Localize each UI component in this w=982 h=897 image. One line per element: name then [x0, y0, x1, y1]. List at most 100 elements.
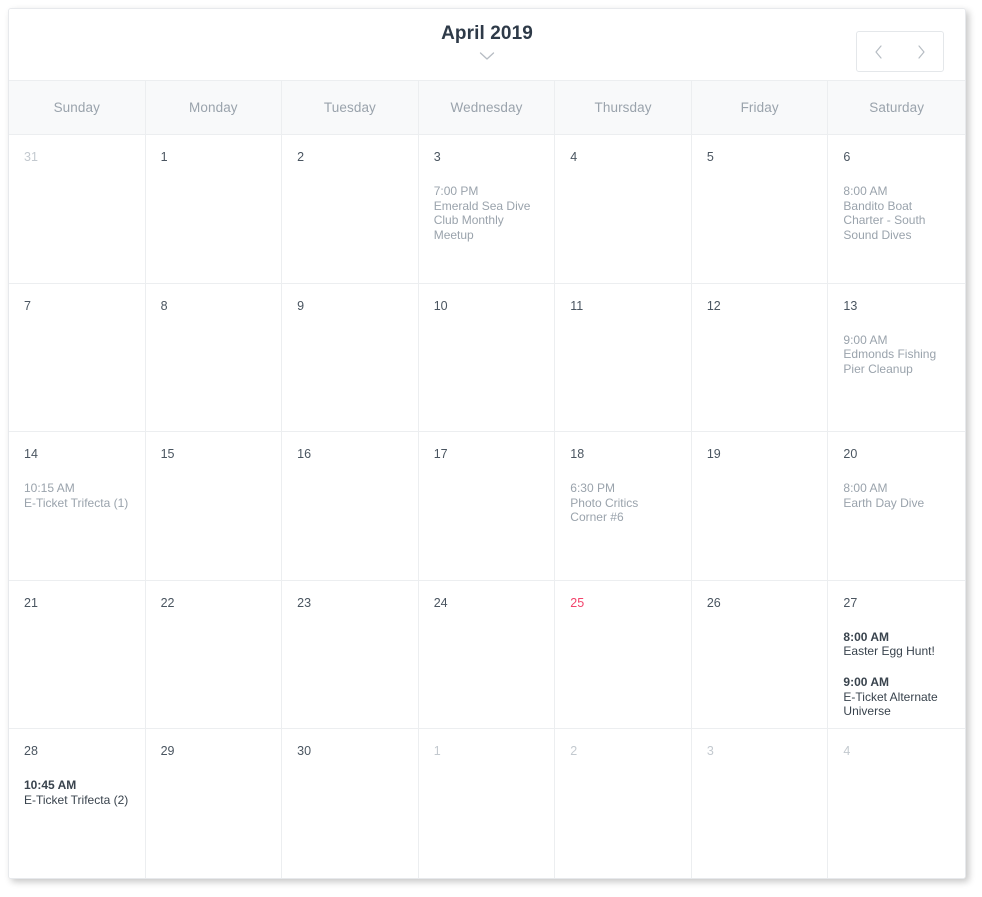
day-number: 6	[843, 150, 851, 164]
day-cell[interactable]: 15	[145, 432, 283, 580]
day-number: 4	[843, 744, 851, 759]
calendar-event[interactable]: 10:45 AM E-Ticket Trifecta (2)	[24, 778, 131, 807]
chevron-right-icon	[917, 44, 926, 59]
event-time: 8:00 AM	[843, 184, 888, 198]
day-number: 1	[160, 150, 168, 164]
day-number: 3	[433, 150, 441, 164]
calendar-toolbar: April 2019	[9, 9, 965, 81]
day-number: 8	[160, 298, 168, 313]
day-cell[interactable]: 3 7:00 PM Emerald Sea Dive Club Monthly Me…	[418, 135, 556, 283]
day-cell[interactable]: 7	[9, 283, 146, 432]
event-title: E-Ticket Alternate Universe	[843, 689, 938, 719]
day-number: 31	[24, 150, 38, 164]
day-number: 14	[24, 447, 38, 462]
calendar-week-row: 28 10:45 AM E-Ticket Trifecta (2) 29 30 1 2 3 4	[9, 729, 965, 878]
calendar-week-row: 7 8 9 10 11 12 13 9:00 AM Edmonds Fishing Pier C…	[9, 283, 965, 433]
day-cell[interactable]: 28 10:45 AM E-Ticket Trifecta (2)	[9, 729, 146, 878]
day-number: 27	[843, 595, 858, 610]
calendar-event[interactable]: 7:00 PM Emerald Sea Dive Club Monthly Mee…	[434, 184, 541, 242]
day-cell[interactable]: 30	[282, 729, 419, 878]
day-cell[interactable]: 31	[9, 135, 146, 283]
day-cell[interactable]: 17	[418, 432, 556, 580]
prev-month-button[interactable]	[857, 32, 900, 71]
day-number: 13	[843, 298, 858, 313]
calendar-title-block: April 2019	[9, 22, 965, 61]
day-number: 22	[160, 595, 175, 610]
day-number: 10	[433, 298, 448, 313]
calendar-event[interactable]: 8:00 AM Bandito Boat Charter - South Soun…	[843, 184, 951, 242]
day-cell[interactable]: 11	[555, 283, 692, 432]
day-cell[interactable]: 1	[145, 135, 283, 283]
day-number: 11	[570, 298, 584, 313]
calendar-event[interactable]: 9:00 AM Edmonds Fishing Pier Cleanup	[843, 333, 951, 377]
day-cell[interactable]: 16	[282, 432, 419, 580]
day-cell[interactable]: 9	[282, 283, 419, 432]
day-cell[interactable]: 6 8:00 AM Bandito Boat Charter - South Sou…	[828, 135, 965, 283]
day-cell[interactable]: 14 10:15 AM E-Ticket Trifecta (1)	[9, 432, 146, 580]
day-cell[interactable]: 8	[145, 283, 283, 432]
event-title: Edmonds Fishing Pier Cleanup	[843, 347, 937, 376]
weekday-header-saturday: Saturday	[869, 100, 925, 115]
event-title: Photo Critics Corner #6	[570, 495, 639, 525]
day-number: 7	[24, 298, 31, 313]
weekday-header-sunday: Sunday	[9, 81, 146, 134]
event-title: Emerald Sea Dive Club Monthly Meetup	[433, 198, 531, 242]
event-time: 6:30 PM	[570, 481, 615, 496]
calendar-event[interactable]: 9:00 AM E-Ticket Alternate Universe	[843, 675, 951, 719]
event-time: 10:15 AM	[24, 481, 75, 496]
day-number: 5	[706, 150, 714, 164]
calendar-grid: 31 1 2 3 7:00 PM Emerald Sea Dive Club Monthl…	[9, 135, 965, 878]
weekday-header-monday: Monday	[146, 81, 283, 134]
event-title: Bandito Boat Charter - South Sound Dives	[843, 198, 926, 242]
day-number: 17	[433, 447, 448, 462]
event-time: 8:00 AM	[843, 481, 888, 496]
weekday-header-wednesday: Wednesday	[419, 81, 556, 134]
day-cell[interactable]: 5	[691, 135, 829, 283]
day-cell[interactable]: 4	[555, 135, 692, 283]
day-number: 21	[24, 595, 38, 610]
day-cell[interactable]: 19	[691, 432, 829, 580]
calendar-event[interactable]: 10:15 AM E-Ticket Trifecta (1)	[24, 481, 131, 510]
day-number: 23	[297, 595, 312, 610]
chevron-down-icon[interactable]	[479, 51, 495, 61]
day-cell[interactable]: 26	[691, 580, 829, 729]
day-number-today: 25	[570, 595, 585, 610]
calendar-page: April 2019 Sunday Monday Tuesday Wednesd…	[0, 0, 982, 897]
day-number: 24	[433, 595, 448, 610]
day-cell[interactable]: 3	[691, 729, 829, 878]
day-cell[interactable]: 21	[9, 580, 146, 729]
day-number: 3	[706, 744, 714, 759]
calendar-event[interactable]: 8:00 AM Earth Day Dive	[843, 481, 951, 510]
day-cell[interactable]: 2	[555, 729, 692, 878]
calendar-event[interactable]: 6:30 PM Photo Critics Corner #6	[570, 481, 677, 525]
calendar-week-row: 21 22 23 24 25 26 27 8:00 AM Easter Egg Hunt! 9:0…	[9, 580, 965, 730]
day-cell[interactable]: 12	[691, 283, 829, 432]
day-cell[interactable]: 10	[418, 283, 556, 432]
day-number: 15	[160, 447, 175, 462]
day-cell[interactable]: 24	[418, 580, 556, 729]
day-cell[interactable]: 23	[282, 580, 419, 729]
event-title: E-Ticket Trifecta (1)	[24, 495, 129, 510]
day-number: 4	[570, 150, 578, 164]
event-time: 8:00 AM	[843, 629, 889, 644]
event-title: Earth Day Dive	[843, 495, 925, 510]
month-nav-group	[856, 31, 944, 72]
day-cell[interactable]: 1	[418, 729, 556, 878]
weekday-header-row: Sunday Monday Tuesday Wednesday Thursday…	[9, 81, 965, 135]
day-cell[interactable]: 4	[828, 729, 965, 878]
day-cell[interactable]: 18 6:30 PM Photo Critics Corner #6	[555, 432, 692, 580]
next-month-button[interactable]	[900, 32, 943, 71]
weekday-header-thursday: Thursday	[555, 81, 692, 134]
day-number: 30	[297, 744, 312, 759]
day-cell[interactable]: 2	[282, 135, 419, 283]
day-cell[interactable]: 13 9:00 AM Edmonds Fishing Pier Cleanup	[828, 283, 965, 432]
weekday-header-friday: Friday	[692, 81, 829, 134]
day-cell[interactable]: 27 8:00 AM Easter Egg Hunt! 9:00 AM E-Ticket…	[828, 580, 965, 729]
day-cell[interactable]: 29	[145, 729, 283, 878]
day-cell[interactable]: 25	[555, 580, 692, 729]
day-number: 9	[297, 298, 305, 313]
calendar-event[interactable]: 8:00 AM Easter Egg Hunt!	[843, 630, 951, 659]
calendar-card: April 2019 Sunday Monday Tuesday Wednesd…	[8, 8, 966, 879]
day-cell[interactable]: 20 8:00 AM Earth Day Dive	[828, 432, 965, 580]
day-cell[interactable]: 22	[145, 580, 283, 729]
